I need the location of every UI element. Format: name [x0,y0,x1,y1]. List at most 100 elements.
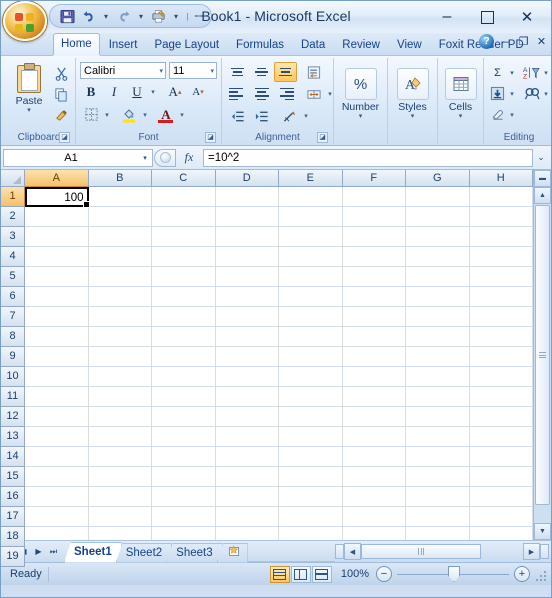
zoom-out-button[interactable]: − [376,566,392,582]
row-header-17[interactable]: 17 [1,507,25,527]
row-header-12[interactable]: 12 [1,407,25,427]
styles-button[interactable]: A Styles ▾ [392,68,433,120]
column-header-d[interactable]: D [215,170,279,187]
align-left-button[interactable] [226,84,249,104]
cell-a7[interactable] [25,307,89,327]
orientation-dropdown-icon[interactable]: ▾ [302,112,310,120]
cell-f17[interactable] [342,507,406,527]
cell-d8[interactable] [215,327,279,347]
column-header-c[interactable]: C [152,170,216,187]
row-header-10[interactable]: 10 [1,367,25,387]
cell-b9[interactable] [88,347,152,367]
cell-f8[interactable] [342,327,406,347]
tab-view[interactable]: View [389,34,430,55]
clear-dropdown-icon[interactable]: ▾ [508,111,516,119]
cut-button[interactable] [51,64,71,83]
cell-e4[interactable] [279,247,343,267]
cell-a6[interactable] [25,287,89,307]
cell-a18[interactable] [25,527,89,540]
cell-h7[interactable] [469,307,533,327]
cell-a16[interactable] [25,487,89,507]
name-box[interactable]: A1 ▾ [3,148,153,167]
cell-c17[interactable] [152,507,216,527]
cell-f11[interactable] [342,387,406,407]
cell-e16[interactable] [279,487,343,507]
cell-g12[interactable] [406,407,470,427]
cell-c5[interactable] [152,267,216,287]
cell-b5[interactable] [88,267,152,287]
cell-a10[interactable] [25,367,89,387]
cell-b17[interactable] [88,507,152,527]
help-icon[interactable]: ? [479,34,494,49]
cell-h2[interactable] [469,207,533,227]
cell-e2[interactable] [279,207,343,227]
find-and-select-button[interactable] [522,85,541,102]
cell-e11[interactable] [279,387,343,407]
font-color-button[interactable]: A [155,104,177,125]
cell-g5[interactable] [406,267,470,287]
cell-h1[interactable] [469,187,533,207]
restore-window-icon[interactable]: ❐ [517,35,530,48]
increase-indent-button[interactable] [250,106,273,126]
resize-grip[interactable] [535,568,548,581]
bottom-align-button[interactable] [274,62,297,82]
horizontal-scrollbar[interactable]: ◀ ▶ [335,543,551,560]
sort-and-filter-button[interactable]: A Z [522,64,541,81]
minimize-button[interactable]: – [427,5,467,35]
cell-c2[interactable] [152,207,216,227]
paste-button[interactable]: Paste ▾ [7,62,51,114]
cell-e9[interactable] [279,347,343,367]
cell-g14[interactable] [406,447,470,467]
row-header-13[interactable]: 13 [1,427,25,447]
format-painter-button[interactable] [51,106,71,125]
cell-e14[interactable] [279,447,343,467]
cell-e13[interactable] [279,427,343,447]
cell-h6[interactable] [469,287,533,307]
cell-g10[interactable] [406,367,470,387]
close-workbook-icon[interactable]: ✕ [535,35,548,48]
alignment-dialog-launcher[interactable]: ◪ [317,132,328,143]
select-all-button[interactable] [1,170,25,187]
cell-f5[interactable] [342,267,406,287]
row-header-8[interactable]: 8 [1,327,25,347]
cell-a1[interactable]: 100 [25,187,90,208]
row-header-1[interactable]: 1 [1,187,25,207]
cell-b18[interactable] [88,527,152,540]
tab-review[interactable]: Review [334,34,388,55]
page-break-preview-button[interactable] [311,565,332,583]
horizontal-scroll-track[interactable] [481,544,523,559]
copy-button[interactable] [51,85,71,104]
row-header-11[interactable]: 11 [1,387,25,407]
autosum-button[interactable]: Σ [488,64,507,81]
cell-e3[interactable] [279,227,343,247]
cell-f14[interactable] [342,447,406,467]
cell-c14[interactable] [152,447,216,467]
tab-split-handle[interactable] [335,544,344,559]
column-header-a[interactable]: A [25,170,89,187]
cell-c15[interactable] [152,467,216,487]
cell-a13[interactable] [25,427,89,447]
cell-b1[interactable] [88,187,153,207]
page-layout-view-button[interactable] [290,565,311,583]
cell-d18[interactable] [215,527,279,540]
cell-b7[interactable] [88,307,152,327]
cell-g6[interactable] [406,287,470,307]
cell-d4[interactable] [215,247,279,267]
cell-g13[interactable] [406,427,470,447]
scroll-right-button[interactable]: ▶ [523,543,540,560]
cell-b10[interactable] [88,367,152,387]
cell-c9[interactable] [152,347,216,367]
cell-f12[interactable] [342,407,406,427]
cell-d14[interactable] [215,447,279,467]
cell-d3[interactable] [215,227,279,247]
cell-b11[interactable] [88,387,152,407]
clipboard-dialog-launcher[interactable]: ◪ [59,132,70,143]
column-header-e[interactable]: E [279,170,343,187]
cell-b16[interactable] [88,487,152,507]
row-header-2[interactable]: 2 [1,207,25,227]
bold-button[interactable]: B [80,81,102,102]
horizontal-split-handle[interactable] [540,544,549,559]
cell-f10[interactable] [342,367,406,387]
expand-formula-bar-icon[interactable]: ⌄ [533,149,549,167]
minimize-ribbon-icon[interactable]: – [499,36,512,48]
